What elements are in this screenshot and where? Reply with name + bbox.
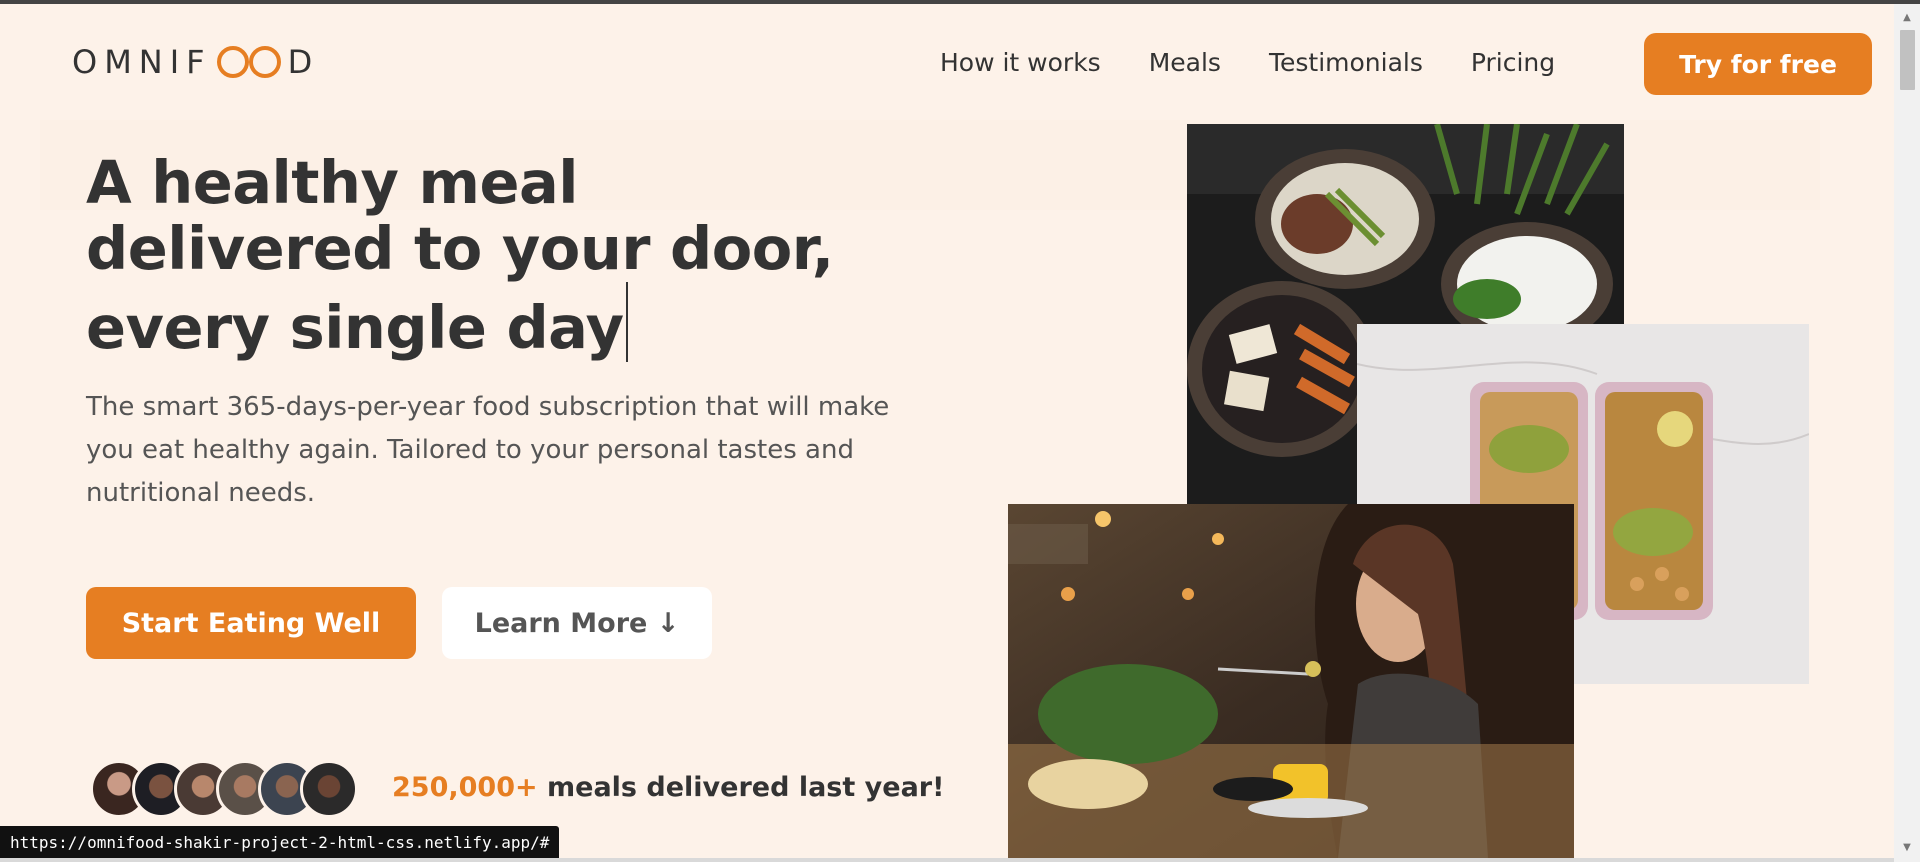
link-status-bar: https://omnifood-shakir-project-2-html-c… [0,826,560,858]
start-eating-well-button[interactable]: Start Eating Well [86,587,416,659]
nav-meals[interactable]: Meals [1149,48,1221,77]
vertical-scrollbar[interactable]: ▲ ▼ [1894,4,1920,862]
omnifood-logo[interactable]: OMNIF D [72,43,320,81]
meals-delivered-count: 250,000+ [392,772,538,803]
logo-text-right: D [287,43,320,81]
customer-avatars [90,760,358,818]
headline-line-1: A healthy meal [86,148,579,217]
scrollbar-thumb[interactable] [1900,30,1915,90]
avatar [300,760,358,818]
nav-pricing[interactable]: Pricing [1471,48,1555,77]
scroll-down-arrow-icon[interactable]: ▼ [1894,842,1920,854]
hero-description: The smart 365-days-per-year food subscri… [86,392,890,508]
headline-line-2: delivered to your door, [86,214,834,283]
logo-infinity-icon [214,44,286,80]
main-nav: How it works Meals Testimonials Pricing [940,48,1603,77]
nav-testimonials[interactable]: Testimonials [1269,48,1423,77]
window-bottom-border [0,858,1894,862]
woman-eating-image [1008,504,1574,858]
logo-text-left: OMNIF [72,43,212,81]
hero-headline: A healthy meal delivered to your door, e… [86,150,886,362]
meals-delivered-stat: 250,000+ meals delivered last year! [392,772,944,803]
try-for-free-button[interactable]: Try for free [1644,33,1872,95]
scroll-up-arrow-icon[interactable]: ▲ [1894,12,1920,24]
meals-delivered-text: meals delivered last year! [537,772,945,803]
text-cursor [625,282,628,362]
window-top-border [0,0,1920,4]
nav-how-it-works[interactable]: How it works [940,48,1101,77]
learn-more-button[interactable]: Learn More ↓ [442,587,712,659]
headline-line-3: every single day [86,293,624,362]
